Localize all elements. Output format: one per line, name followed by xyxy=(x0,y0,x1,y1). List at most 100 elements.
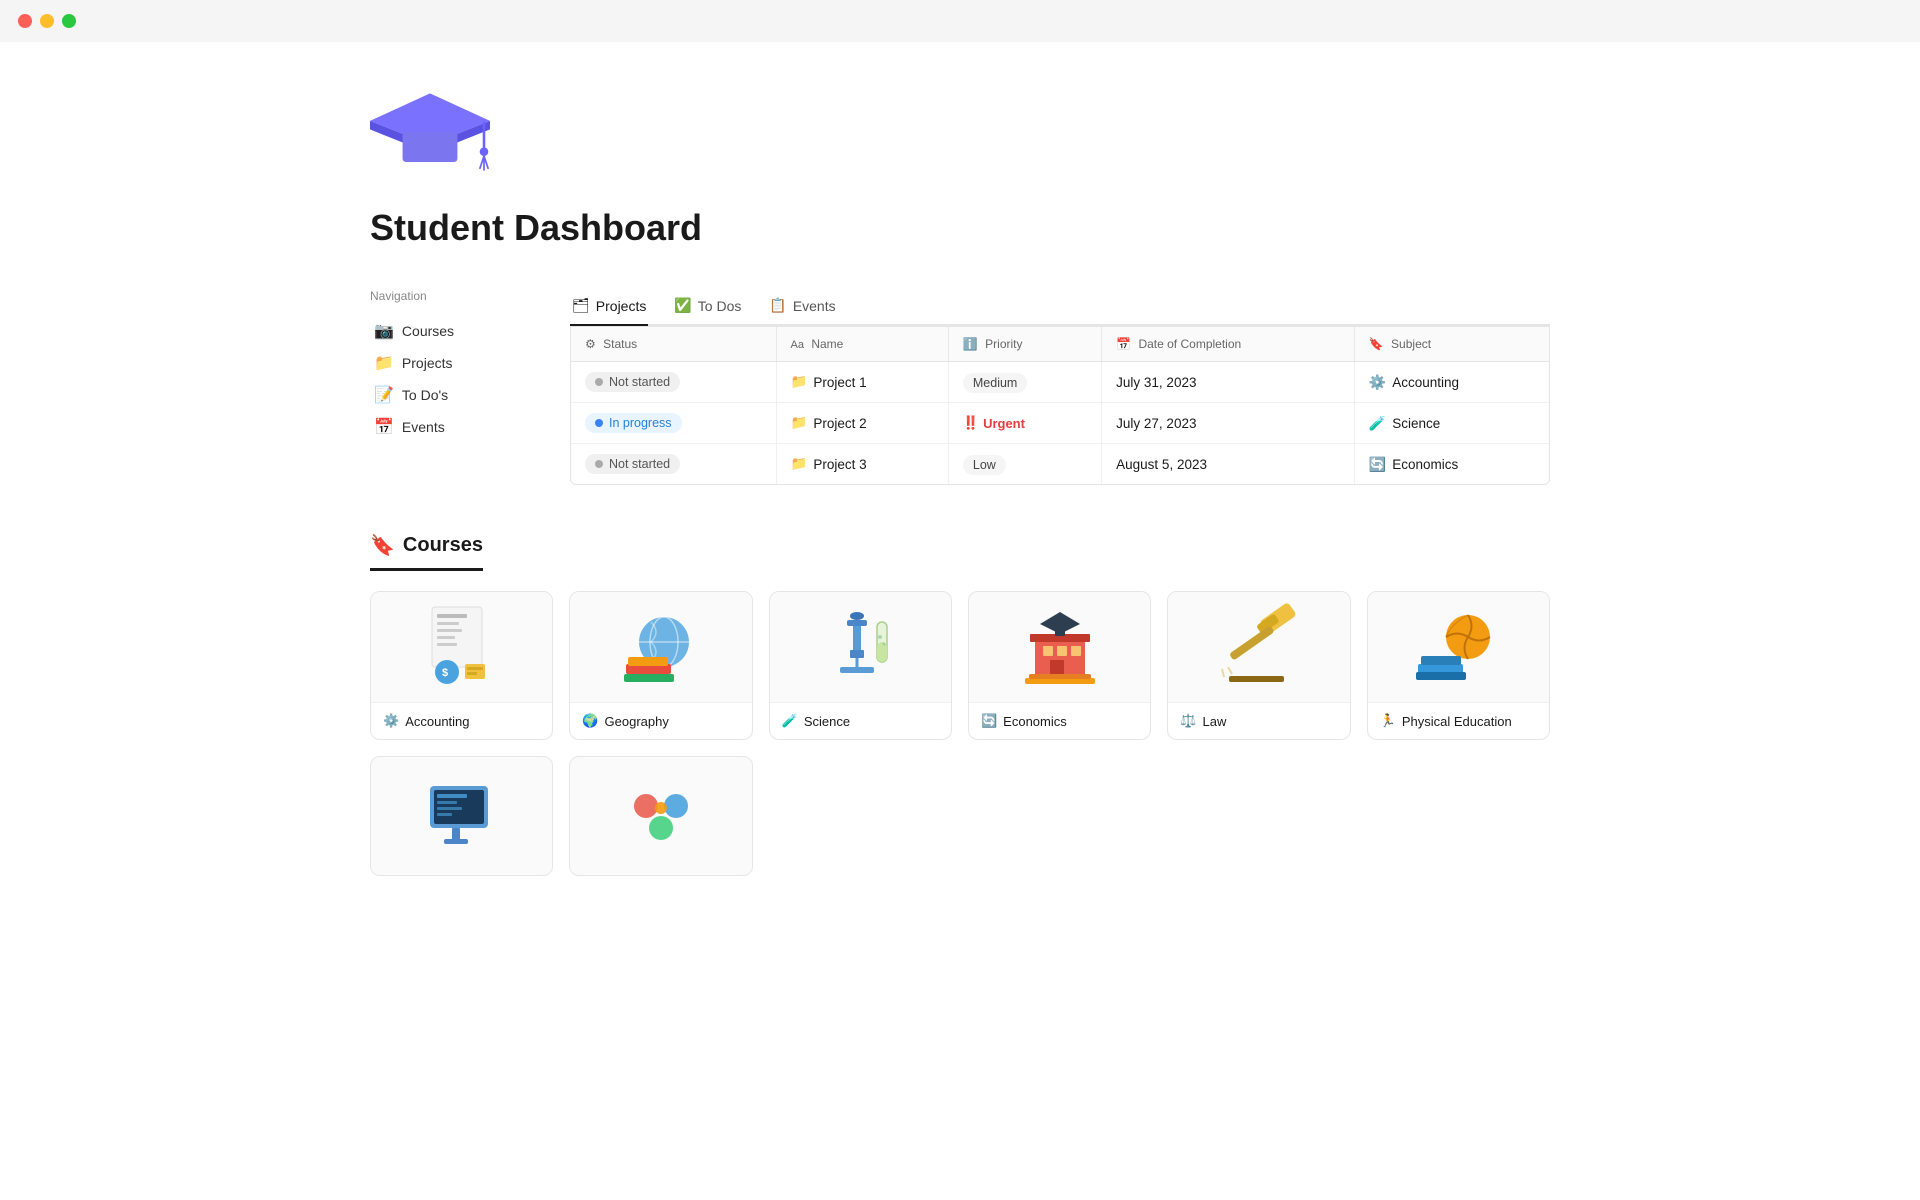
graduation-cap-icon xyxy=(370,82,490,182)
table-header-row: ⚙ Status Aa Name ℹ️ Priority xyxy=(571,327,1549,362)
tab-events[interactable]: 📋 Events xyxy=(767,289,837,326)
projects-tab-icon: 🗂 xyxy=(572,297,590,314)
col-name: Aa Name xyxy=(776,327,948,362)
sidebar-item-projects[interactable]: 📁 Projects xyxy=(370,347,530,379)
row1-completion: July 31, 2023 xyxy=(1102,362,1355,403)
sidebar-item-events[interactable]: 📅 Events xyxy=(370,411,530,443)
col-completion: 📅 Date of Completion xyxy=(1102,327,1355,362)
courses-heading: 🔖 Courses xyxy=(370,533,483,571)
course-img-law xyxy=(1168,592,1349,702)
course-label-economics: 🔄 Economics xyxy=(969,702,1150,739)
course-card-cs[interactable] xyxy=(370,756,553,876)
table-row: Not started 📁 Project 3 Low xyxy=(571,444,1549,485)
courses-grid: $ ⚙️ Accounting xyxy=(370,591,1550,740)
row3-name: 📁 Project 3 xyxy=(776,444,948,485)
course-card-geography[interactable]: 🌍 Geography xyxy=(569,591,752,740)
project-folder-icon: 📁 xyxy=(791,415,808,431)
tab-projects[interactable]: 🗂 Projects xyxy=(570,289,648,326)
course-label-law: ⚖️ Law xyxy=(1168,702,1349,739)
minimize-button[interactable] xyxy=(40,14,54,28)
row3-subject: 🔄 Economics xyxy=(1354,444,1549,485)
pe-course-icon: 🏃 xyxy=(1380,713,1396,729)
course-card-economics[interactable]: 🔄 Economics xyxy=(968,591,1151,740)
accounting-subject-icon: ⚙️ xyxy=(1369,374,1386,391)
col-status: ⚙ Status xyxy=(571,327,776,362)
row2-status: In progress xyxy=(571,403,776,444)
course-label-science: 🧪 Science xyxy=(770,702,951,739)
sidebar-item-projects-label: Projects xyxy=(402,355,453,371)
sidebar-item-courses-label: Courses xyxy=(402,323,454,339)
row2-name: 📁 Project 2 xyxy=(776,403,948,444)
course-card-pe[interactable]: 🏃 Physical Education xyxy=(1367,591,1550,740)
table-row: Not started 📁 Project 1 Medium xyxy=(571,362,1549,403)
titlebar xyxy=(0,0,1920,42)
row2-subject: 🧪 Science xyxy=(1354,403,1549,444)
row1-priority: Medium xyxy=(948,362,1101,403)
sidebar-item-todos-label: To Do's xyxy=(402,387,448,403)
project-folder-icon: 📁 xyxy=(791,456,808,472)
tab-events-label: Events xyxy=(793,298,836,314)
tab-todos[interactable]: ✅ To Dos xyxy=(672,289,743,326)
course-label-pe: 🏃 Physical Education xyxy=(1368,702,1549,739)
courses-nav-icon: 📷 xyxy=(374,321,394,341)
row3-completion: August 5, 2023 xyxy=(1102,444,1355,485)
sidebar-item-events-label: Events xyxy=(402,419,445,435)
row1-subject: ⚙️ Accounting xyxy=(1354,362,1549,403)
projects-nav-icon: 📁 xyxy=(374,353,394,373)
status-dot-icon xyxy=(595,419,603,427)
todos-tab-icon: ✅ xyxy=(674,297,691,314)
courses-bookmark-icon: 🔖 xyxy=(370,533,395,558)
projects-table: ⚙ Status Aa Name ℹ️ Priority xyxy=(570,326,1550,485)
course-card-science[interactable]: 🧪 Science xyxy=(769,591,952,740)
course-card-law[interactable]: ⚖️ Law xyxy=(1167,591,1350,740)
row2-priority: ‼️ Urgent xyxy=(948,403,1101,444)
row3-status: Not started xyxy=(571,444,776,485)
col-subject: 🔖 Subject xyxy=(1354,327,1549,362)
row1-name: 📁 Project 1 xyxy=(776,362,948,403)
sidebar-item-courses[interactable]: 📷 Courses xyxy=(370,315,530,347)
course-img-geography xyxy=(570,592,751,702)
courses-section: 🔖 Courses $ xyxy=(370,533,1550,876)
todos-nav-icon: 📝 xyxy=(374,385,394,405)
urgent-icon: ‼️ xyxy=(963,415,979,431)
nav-label: Navigation xyxy=(370,289,530,303)
project-folder-icon: 📁 xyxy=(791,374,808,390)
course-card-sociology[interactable] xyxy=(569,756,752,876)
course-img-sociology xyxy=(570,757,751,875)
economics-course-icon: 🔄 xyxy=(981,713,997,729)
layout: Navigation 📷 Courses 📁 Projects 📝 To Do'… xyxy=(370,289,1550,485)
law-course-icon: ⚖️ xyxy=(1180,713,1196,729)
geography-course-icon: 🌍 xyxy=(582,713,598,729)
maximize-button[interactable] xyxy=(62,14,76,28)
course-img-economics xyxy=(969,592,1150,702)
events-nav-icon: 📅 xyxy=(374,417,394,437)
status-col-icon: ⚙ xyxy=(585,337,596,351)
sidebar-item-todos[interactable]: 📝 To Do's xyxy=(370,379,530,411)
science-course-icon: 🧪 xyxy=(782,713,798,729)
page-title: Student Dashboard xyxy=(370,207,1550,249)
course-card-accounting[interactable]: $ ⚙️ Accounting xyxy=(370,591,553,740)
courses-grid-row2 xyxy=(370,756,1550,876)
col-priority: ℹ️ Priority xyxy=(948,327,1101,362)
tab-bar: 🗂 Projects ✅ To Dos 📋 Events xyxy=(570,289,1550,326)
row2-completion: July 27, 2023 xyxy=(1102,403,1355,444)
status-dot-icon xyxy=(595,378,603,386)
main-panel: 🗂 Projects ✅ To Dos 📋 Events xyxy=(570,289,1550,485)
course-img-accounting: $ xyxy=(371,592,552,702)
close-button[interactable] xyxy=(18,14,32,28)
row3-priority: Low xyxy=(948,444,1101,485)
main-content: Student Dashboard Navigation 📷 Courses 📁… xyxy=(310,42,1610,916)
course-label-geography: 🌍 Geography xyxy=(570,702,751,739)
accounting-course-icon: ⚙️ xyxy=(383,713,399,729)
tab-todos-label: To Dos xyxy=(698,298,742,314)
priority-col-icon: ℹ️ xyxy=(963,337,978,351)
sidebar-nav: Navigation 📷 Courses 📁 Projects 📝 To Do'… xyxy=(370,289,530,485)
course-img-science xyxy=(770,592,951,702)
row1-status: Not started xyxy=(571,362,776,403)
tab-projects-label: Projects xyxy=(596,298,647,314)
table-row: In progress 📁 Project 2 xyxy=(571,403,1549,444)
course-img-pe xyxy=(1368,592,1549,702)
svg-text:$: $ xyxy=(442,667,448,679)
science-subject-icon: 🧪 xyxy=(1369,415,1386,432)
events-tab-icon: 📋 xyxy=(769,297,786,314)
